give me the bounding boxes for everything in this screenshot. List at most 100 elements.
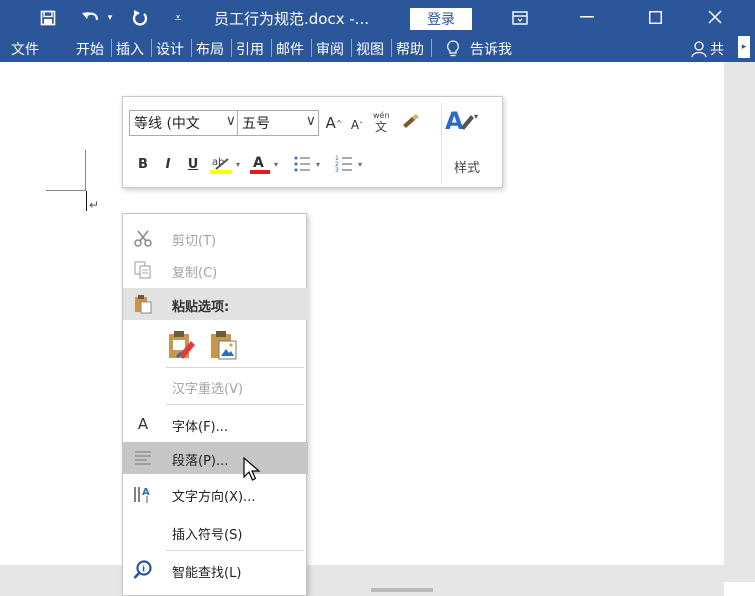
menu-item-paragraph[interactable]: 段落(P)... xyxy=(123,442,308,474)
svg-text:3: 3 xyxy=(335,167,339,174)
quick-access-toolbar: ▾ ⩡ 员工行为规范.docx -... 登录 xyxy=(0,0,755,34)
menu-item-label: 段落(P)... xyxy=(172,454,229,469)
tab-separator xyxy=(351,39,352,57)
toolbar-separator xyxy=(441,103,442,183)
svg-text:▾: ▾ xyxy=(316,160,320,169)
grow-font-icon[interactable]: A ^ xyxy=(323,110,345,136)
horizontal-scrollbar[interactable] xyxy=(0,565,724,596)
mini-toolbar: 等线 (中文 ∨ 五号 ∨ A ^ Aˇ wén 文 A ▾ B I U ab ▾ A ▾… xyxy=(122,96,503,188)
ribbon-scroll-right-icon[interactable]: ▸ xyxy=(738,36,750,58)
clipboard-paste-icon xyxy=(133,294,153,314)
share-user-icon[interactable] xyxy=(690,37,708,61)
tab-mailings[interactable]: 邮件 xyxy=(276,39,304,59)
menu-item-label: 汉字重选(V) xyxy=(172,382,244,397)
redo-icon[interactable] xyxy=(128,6,152,30)
crop-mark xyxy=(46,190,86,191)
tab-separator xyxy=(431,39,432,57)
text-direction-icon: A xyxy=(133,484,153,504)
menu-item-smart-lookup[interactable]: i 智能查找(L) xyxy=(123,554,308,586)
vertical-scrollbar[interactable] xyxy=(724,62,755,582)
font-name-select[interactable]: 等线 (中文 ∨ xyxy=(129,110,239,136)
tab-layout[interactable]: 布局 xyxy=(196,39,224,59)
ribbon-display-icon[interactable] xyxy=(508,6,532,30)
svg-text:A: A xyxy=(142,487,150,498)
menu-item-insert-symbol[interactable]: 插入符号(S) xyxy=(123,516,308,548)
tab-review[interactable]: 审阅 xyxy=(316,39,344,59)
login-button[interactable]: 登录 xyxy=(410,8,472,30)
close-icon[interactable] xyxy=(700,6,730,28)
scroll-thumb[interactable] xyxy=(371,588,433,592)
menu-separator xyxy=(166,404,304,405)
font-size-select[interactable]: 五号 ∨ xyxy=(237,110,319,136)
bold-icon[interactable]: B xyxy=(135,152,151,176)
styles-icon[interactable]: A ▾ xyxy=(441,103,481,137)
paragraph-icon xyxy=(133,448,153,468)
copy-icon xyxy=(133,260,153,280)
tab-design[interactable]: 设计 xyxy=(156,39,184,59)
bullets-icon[interactable]: ▾ xyxy=(291,151,327,177)
paragraph-mark-icon: ↵ xyxy=(89,198,100,212)
tab-separator xyxy=(311,39,312,57)
menu-item-label: 剪切(T) xyxy=(172,234,217,249)
maximize-icon[interactable] xyxy=(640,6,670,28)
tab-view[interactable]: 视图 xyxy=(356,39,384,59)
crop-mark xyxy=(85,150,86,191)
tab-separator xyxy=(231,39,232,57)
highlight-icon[interactable]: ab ▾ xyxy=(207,151,245,177)
italic-icon[interactable]: I xyxy=(160,152,176,176)
chevron-down-icon: ∨ xyxy=(225,113,236,129)
undo-icon[interactable] xyxy=(78,6,104,30)
svg-text:A: A xyxy=(253,155,264,171)
phonetic-guide-icon[interactable]: wén 文 xyxy=(370,107,396,137)
chevron-down-icon: ∨ xyxy=(305,113,316,129)
tab-separator xyxy=(391,39,392,57)
keep-source-formatting-icon[interactable] xyxy=(167,329,197,365)
font-name-value: 等线 (中文 xyxy=(134,116,200,132)
tell-me-search[interactable]: 告诉我 xyxy=(470,39,512,59)
title-bar: ▾ ⩡ 员工行为规范.docx -... 登录 文件 开始 插入 设计 布局 引… xyxy=(0,0,755,62)
smart-lookup-icon: i xyxy=(133,560,153,580)
numbering-icon[interactable]: 1 2 3 ▾ xyxy=(333,151,369,177)
tab-separator xyxy=(271,39,272,57)
menu-item-text-direction[interactable]: A 文字方向(X)... xyxy=(123,478,308,510)
tab-home[interactable]: 开始 xyxy=(76,39,104,59)
share-button[interactable]: 共 xyxy=(710,39,724,59)
customize-qat-icon[interactable]: ⩡ xyxy=(170,6,186,30)
tab-references[interactable]: 引用 xyxy=(236,39,264,59)
menu-item-label: 文字方向(X)... xyxy=(172,490,256,505)
format-painter-icon[interactable] xyxy=(398,109,422,135)
picture-paste-icon[interactable] xyxy=(209,329,239,365)
tab-separator xyxy=(111,39,112,57)
context-menu: 剪切(T) 复制(C) 粘贴选项: 汉字重选(V) A 字体(F)... 段落(… xyxy=(122,213,308,596)
tab-separator xyxy=(191,39,192,57)
svg-text:▾: ▾ xyxy=(358,160,362,169)
tab-separator xyxy=(151,39,152,57)
font-size-value: 五号 xyxy=(242,116,270,132)
menu-item-copy[interactable]: 复制(C) xyxy=(123,254,308,286)
svg-text:i: i xyxy=(142,565,145,574)
tab-help[interactable]: 帮助 xyxy=(396,39,424,59)
svg-text:A: A xyxy=(445,107,464,135)
svg-text:▾: ▾ xyxy=(236,160,240,169)
svg-text:▾: ▾ xyxy=(474,112,478,121)
scissors-icon xyxy=(133,228,153,248)
minimize-icon[interactable] xyxy=(572,6,602,28)
lightbulb-icon[interactable] xyxy=(444,37,462,61)
paste-options-row xyxy=(123,323,308,365)
tab-file[interactable]: 文件 xyxy=(11,39,39,59)
underline-icon[interactable]: U xyxy=(185,152,201,176)
menu-item-font[interactable]: A 字体(F)... xyxy=(123,408,308,440)
font-color-icon[interactable]: A ▾ xyxy=(247,151,283,177)
document-title: 员工行为规范.docx -... xyxy=(214,10,370,28)
menu-item-cut[interactable]: 剪切(T) xyxy=(123,222,308,254)
menu-item-reconvert[interactable]: 汉字重选(V) xyxy=(123,370,308,402)
save-icon[interactable] xyxy=(36,6,60,30)
menu-item-label: 字体(F)... xyxy=(172,420,229,435)
styles-label: 样式 xyxy=(454,161,481,176)
shrink-font-icon[interactable]: Aˇ xyxy=(346,112,368,138)
menu-separator xyxy=(166,367,304,368)
menu-item-label: 智能查找(L) xyxy=(172,566,242,581)
menu-header-label: 粘贴选项: xyxy=(172,300,230,315)
undo-dropdown-icon[interactable]: ▾ xyxy=(104,6,116,30)
tab-insert[interactable]: 插入 xyxy=(116,39,144,59)
